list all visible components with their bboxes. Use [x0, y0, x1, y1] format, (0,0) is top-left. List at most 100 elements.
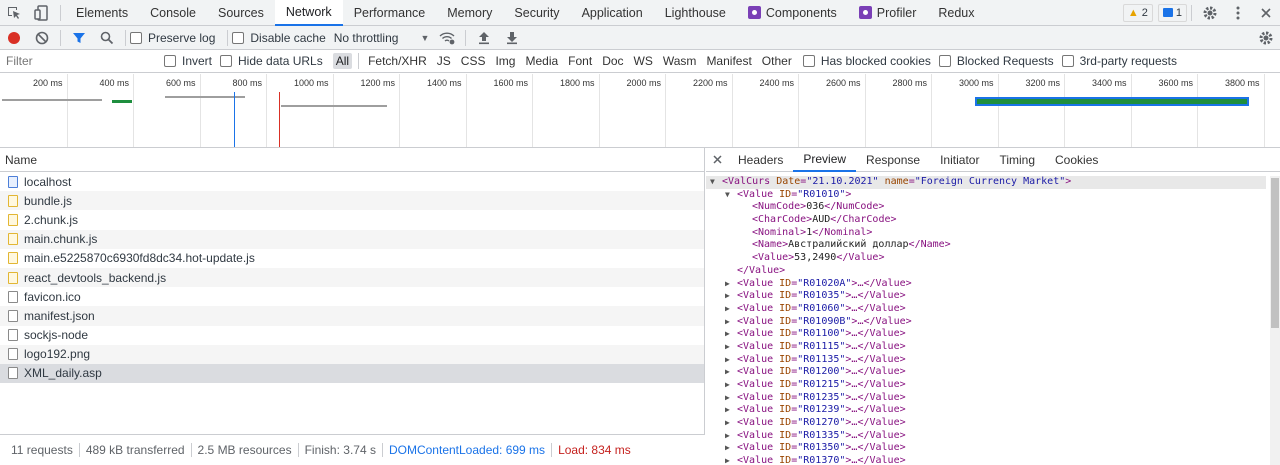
tab-lighthouse[interactable]: Lighthouse: [654, 0, 737, 26]
filter-icon[interactable]: [65, 25, 93, 51]
throttling-select[interactable]: No throttling ▼: [334, 31, 430, 45]
filter-type-js[interactable]: JS: [434, 53, 454, 69]
xml-line[interactable]: ▶ <Value ID="R01270">…</Value>: [706, 417, 1266, 430]
tab-elements[interactable]: Elements: [65, 0, 139, 26]
filter-type-fetch-xhr[interactable]: Fetch/XHR: [365, 53, 430, 69]
xml-line[interactable]: ▶ <Value ID="R01115">…</Value>: [706, 341, 1266, 354]
xml-line[interactable]: ▶ <Value ID="R01370">…</Value>: [706, 455, 1266, 465]
expand-triangle-icon[interactable]: ▶: [725, 354, 737, 367]
preview-scrollbar[interactable]: [1270, 176, 1280, 465]
checkbox-box[interactable]: [164, 55, 176, 67]
clear-icon[interactable]: [28, 25, 56, 51]
timeline-overview[interactable]: 200 ms 400 ms 600 ms 800 ms 1000 ms 1200 ms 14…: [0, 74, 1280, 148]
xml-line[interactable]: ▶ <Value ID="R01035">…</Value>: [706, 290, 1266, 303]
detail-tab-headers[interactable]: Headers: [728, 148, 793, 172]
expand-triangle-icon[interactable]: ▶: [725, 290, 737, 303]
name-column-header[interactable]: Name: [0, 148, 704, 172]
xml-line[interactable]: ▶ <Value ID="R01239">…</Value>: [706, 404, 1266, 417]
tab-sources[interactable]: Sources: [207, 0, 275, 26]
xml-line[interactable]: ▶ <Value ID="R01335">…</Value>: [706, 430, 1266, 443]
hide-data-urls-checkbox[interactable]: Hide data URLs: [220, 54, 323, 68]
collapse-triangle-icon[interactable]: ▼: [710, 176, 722, 189]
request-row[interactable]: main.e5225870c6930fd8dc34.hot-update.js: [0, 249, 704, 268]
expand-triangle-icon[interactable]: ▶: [725, 392, 737, 405]
request-row[interactable]: bundle.js: [0, 191, 704, 211]
tab-network[interactable]: Network: [274, 0, 343, 26]
request-row[interactable]: sockjs-node: [0, 326, 704, 345]
tab-profiler[interactable]: Profiler: [848, 0, 928, 26]
request-row[interactable]: logo192.png: [0, 344, 704, 364]
filter-type-ws[interactable]: WS: [631, 53, 656, 69]
expand-triangle-icon[interactable]: ▶: [725, 341, 737, 354]
xml-line[interactable]: ▶ <Value ID="R01350">…</Value>: [706, 442, 1266, 455]
expand-triangle-icon[interactable]: ▶: [725, 328, 737, 341]
xml-line[interactable]: ▶ <Value ID="R01200">…</Value>: [706, 366, 1266, 379]
warnings-badge[interactable]: ▲ 2: [1122, 3, 1153, 22]
expand-triangle-icon[interactable]: ▶: [725, 316, 737, 329]
xml-line[interactable]: ▶ <Value ID="R01090B">…</Value>: [706, 316, 1266, 329]
xml-line[interactable]: ▶ <Value ID="R01060">…</Value>: [706, 303, 1266, 316]
xml-line[interactable]: ▶ <Value ID="R01020A">…</Value>: [706, 278, 1266, 291]
download-icon[interactable]: [498, 25, 526, 51]
filter-type-font[interactable]: Font: [565, 53, 595, 69]
scrollbar-thumb[interactable]: [1271, 178, 1279, 328]
search-icon[interactable]: [93, 25, 121, 51]
upload-icon[interactable]: [470, 25, 498, 51]
tab-redux[interactable]: Redux: [927, 0, 985, 26]
expand-triangle-icon[interactable]: ▶: [725, 366, 737, 379]
record-icon[interactable]: [0, 25, 28, 51]
filter-type-css[interactable]: CSS: [458, 53, 489, 69]
close-icon[interactable]: [1252, 0, 1280, 26]
request-row[interactable]: XML_daily.asp: [0, 363, 704, 384]
expand-triangle-icon[interactable]: ▶: [725, 278, 737, 291]
expand-triangle-icon[interactable]: ▶: [725, 430, 737, 443]
request-row[interactable]: main.chunk.js: [0, 229, 704, 249]
tab-performance[interactable]: Performance: [343, 0, 437, 26]
request-row[interactable]: favicon.ico: [0, 287, 704, 306]
blocked-requests-checkbox[interactable]: Blocked Requests: [938, 54, 1054, 68]
expand-triangle-icon[interactable]: ▶: [725, 455, 737, 465]
preserve-log-checkbox[interactable]: Preserve log: [130, 31, 215, 45]
invert-checkbox[interactable]: Invert: [164, 54, 212, 68]
filter-type-doc[interactable]: Doc: [599, 53, 626, 69]
filter-type-wasm[interactable]: Wasm: [660, 53, 700, 69]
filter-type-media[interactable]: Media: [522, 53, 561, 69]
xml-line[interactable]: ▶ <Value ID="R01135">…</Value>: [706, 354, 1266, 367]
expand-triangle-icon[interactable]: ▶: [725, 417, 737, 430]
detail-tab-preview[interactable]: Preview: [793, 148, 857, 172]
tab-security[interactable]: Security: [503, 0, 570, 26]
request-row[interactable]: localhost: [0, 172, 704, 191]
device-toolbar-icon[interactable]: [28, 0, 56, 26]
inspect-element-icon[interactable]: [0, 0, 28, 26]
third-party-checkbox[interactable]: 3rd-party requests: [1061, 54, 1177, 68]
checkbox-box[interactable]: [220, 55, 233, 67]
expand-triangle-icon[interactable]: ▶: [725, 404, 737, 417]
xml-line[interactable]: ▶ <Value ID="R01235">…</Value>: [706, 392, 1266, 405]
expand-triangle-icon[interactable]: ▶: [725, 303, 737, 316]
tab-application[interactable]: Application: [571, 0, 654, 26]
tab-components[interactable]: Components: [737, 0, 848, 26]
checkbox-box[interactable]: [130, 31, 142, 44]
network-settings-gear-icon[interactable]: [1252, 25, 1280, 51]
checkbox-box[interactable]: [802, 55, 815, 67]
detail-tab-initiator[interactable]: Initiator: [930, 148, 989, 172]
expand-triangle-icon[interactable]: ▶: [725, 379, 737, 392]
detail-tab-response[interactable]: Response: [856, 148, 930, 172]
checkbox-box[interactable]: [1061, 55, 1074, 67]
filter-type-img[interactable]: Img: [492, 53, 518, 69]
close-detail-icon[interactable]: [706, 147, 728, 173]
expand-triangle-icon[interactable]: ▶: [725, 442, 737, 455]
blocked-cookies-checkbox[interactable]: Has blocked cookies: [802, 54, 931, 68]
xml-line[interactable]: ▼ <ValCurs Date="21.10.2021" name="Foreig…: [706, 176, 1266, 189]
request-row[interactable]: manifest.json: [0, 306, 704, 326]
filter-type-manifest[interactable]: Manifest: [703, 53, 754, 69]
disable-cache-checkbox[interactable]: Disable cache: [232, 31, 326, 45]
filter-input[interactable]: [0, 51, 158, 71]
detail-tab-timing[interactable]: Timing: [989, 148, 1045, 172]
checkbox-box[interactable]: [232, 31, 245, 44]
filter-type-all[interactable]: All: [332, 53, 353, 69]
more-options-icon[interactable]: [1224, 0, 1252, 26]
tab-memory[interactable]: Memory: [436, 0, 503, 26]
messages-badge[interactable]: 1: [1157, 3, 1187, 22]
checkbox-box[interactable]: [938, 55, 951, 67]
